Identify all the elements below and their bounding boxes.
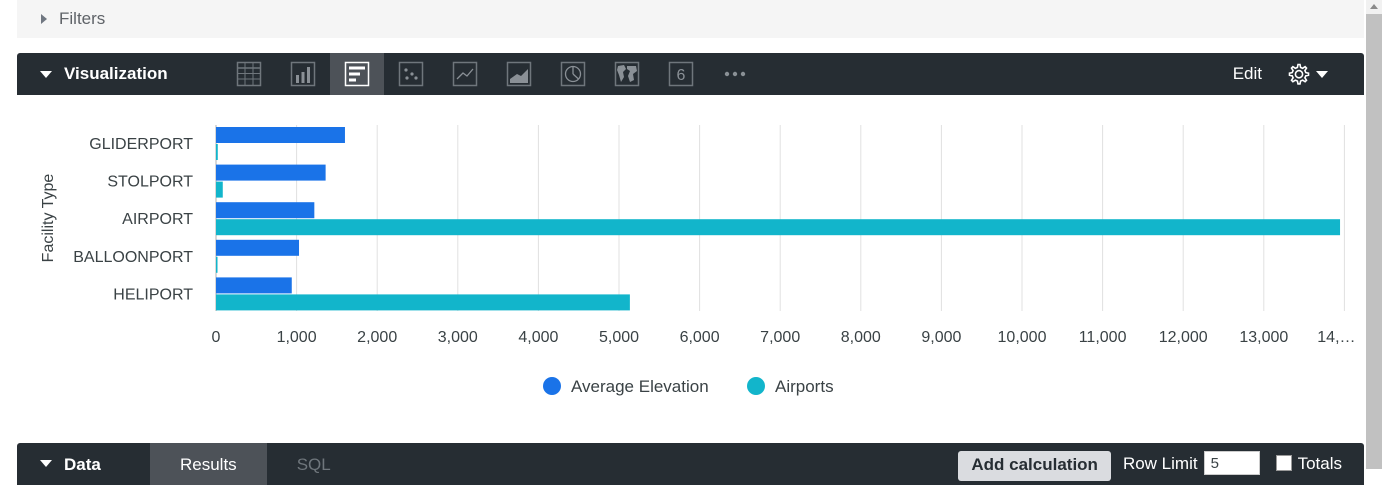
x-tick-label: 1,000: [277, 329, 317, 346]
tab-results[interactable]: Results: [150, 443, 267, 485]
vis-type-line[interactable]: [438, 53, 492, 95]
x-tick-label: 10,000: [998, 329, 1047, 346]
bar-airports[interactable]: [216, 256, 218, 273]
visualization-title: Visualization: [64, 64, 168, 83]
edit-button[interactable]: Edit: [1233, 64, 1262, 84]
more-options-icon: [724, 71, 746, 77]
x-tick-label: 7,000: [760, 329, 800, 346]
scatter-chart-icon: [398, 61, 424, 87]
vis-type-single-value[interactable]: 6: [654, 53, 708, 95]
vis-type-bar[interactable]: [330, 53, 384, 95]
x-tick-label: 3,000: [438, 329, 478, 346]
x-tick-label: 0: [212, 329, 221, 346]
data-toolbar: Data Results SQL Add calculation Row Lim…: [17, 443, 1364, 485]
row-limit-input[interactable]: [1203, 451, 1260, 475]
x-tick-label: 13,000: [1239, 329, 1288, 346]
totals-control[interactable]: Totals: [1275, 454, 1342, 474]
x-tick-label: 11,000: [1079, 329, 1127, 346]
bar-average-elevation[interactable]: [216, 127, 345, 143]
x-tick-label: 6,000: [680, 329, 720, 346]
settings-menu-button[interactable]: [1286, 61, 1340, 87]
vis-type-scatter[interactable]: [384, 53, 438, 95]
add-calculation-button[interactable]: Add calculation: [958, 451, 1111, 481]
bar-chart: 0 1,000 2,000 3,000 4,000 5,000 6,000 7,000 8,00…: [17, 95, 1364, 425]
expand-triangle-icon: [41, 14, 47, 24]
single-value-icon: 6: [668, 61, 694, 87]
vis-type-column[interactable]: [276, 53, 330, 95]
filters-section-header[interactable]: Filters: [17, 0, 1364, 38]
totals-label: Totals: [1297, 454, 1342, 473]
x-tick-label: 8,000: [841, 329, 881, 346]
scroll-up-arrow-icon[interactable]: [1370, 4, 1378, 9]
vis-type-more[interactable]: [708, 53, 762, 95]
data-title: Data: [64, 455, 101, 474]
x-tick-label: 14,…: [1317, 329, 1355, 346]
single-value-glyph: 6: [677, 67, 686, 84]
row-limit-label: Row Limit: [1122, 454, 1198, 473]
x-tick-label: 5,000: [599, 329, 639, 346]
category-label: STOLPORT: [107, 174, 193, 191]
legend-marker[interactable]: [543, 377, 561, 395]
scrollbar-thumb[interactable]: [1366, 14, 1382, 469]
bar-chart-icon: [344, 61, 370, 87]
legend-label[interactable]: Airports: [775, 377, 834, 396]
y-axis-title: Facility Type: [40, 174, 57, 263]
category-label: GLIDERPORT: [89, 136, 193, 153]
table-chart-icon: [236, 61, 262, 87]
data-collapse-caret-icon[interactable]: [40, 460, 52, 467]
pie-chart-icon: [560, 61, 586, 87]
vis-type-map[interactable]: [600, 53, 654, 95]
bar-airports[interactable]: [216, 181, 223, 198]
bar-average-elevation[interactable]: [216, 202, 315, 219]
bar-airports[interactable]: [216, 219, 1341, 236]
category-label: HELIPORT: [113, 286, 193, 303]
x-tick-label: 12,000: [1159, 329, 1208, 346]
x-tick-label: 4,000: [518, 329, 558, 346]
vis-type-area[interactable]: [492, 53, 546, 95]
vis-type-pie[interactable]: [546, 53, 600, 95]
category-label: AIRPORT: [122, 211, 193, 228]
settings-caret-icon: [1316, 70, 1328, 78]
bar-average-elevation[interactable]: [216, 239, 300, 256]
map-chart-icon: [614, 61, 640, 87]
area-chart-icon: [506, 61, 532, 87]
bar-airports[interactable]: [216, 144, 218, 160]
bar-airports[interactable]: [216, 294, 630, 311]
legend-marker[interactable]: [747, 377, 765, 395]
x-tick-label: 2,000: [357, 329, 397, 346]
gear-icon: [1288, 63, 1310, 85]
legend-label[interactable]: Average Elevation: [571, 377, 709, 396]
line-chart-icon: [452, 61, 478, 87]
column-chart-icon: [290, 61, 316, 87]
collapse-caret-icon[interactable]: [40, 70, 52, 78]
x-tick-label: 9,000: [921, 329, 961, 346]
filters-label: Filters: [59, 9, 106, 28]
tab-sql[interactable]: SQL: [267, 443, 361, 485]
visualization-toolbar: Visualization 6 Edit: [17, 53, 1364, 95]
bar-average-elevation[interactable]: [216, 277, 292, 294]
bar-average-elevation[interactable]: [216, 164, 326, 181]
vis-type-table[interactable]: [222, 53, 276, 95]
category-label: BALLOONPORT: [73, 249, 193, 266]
